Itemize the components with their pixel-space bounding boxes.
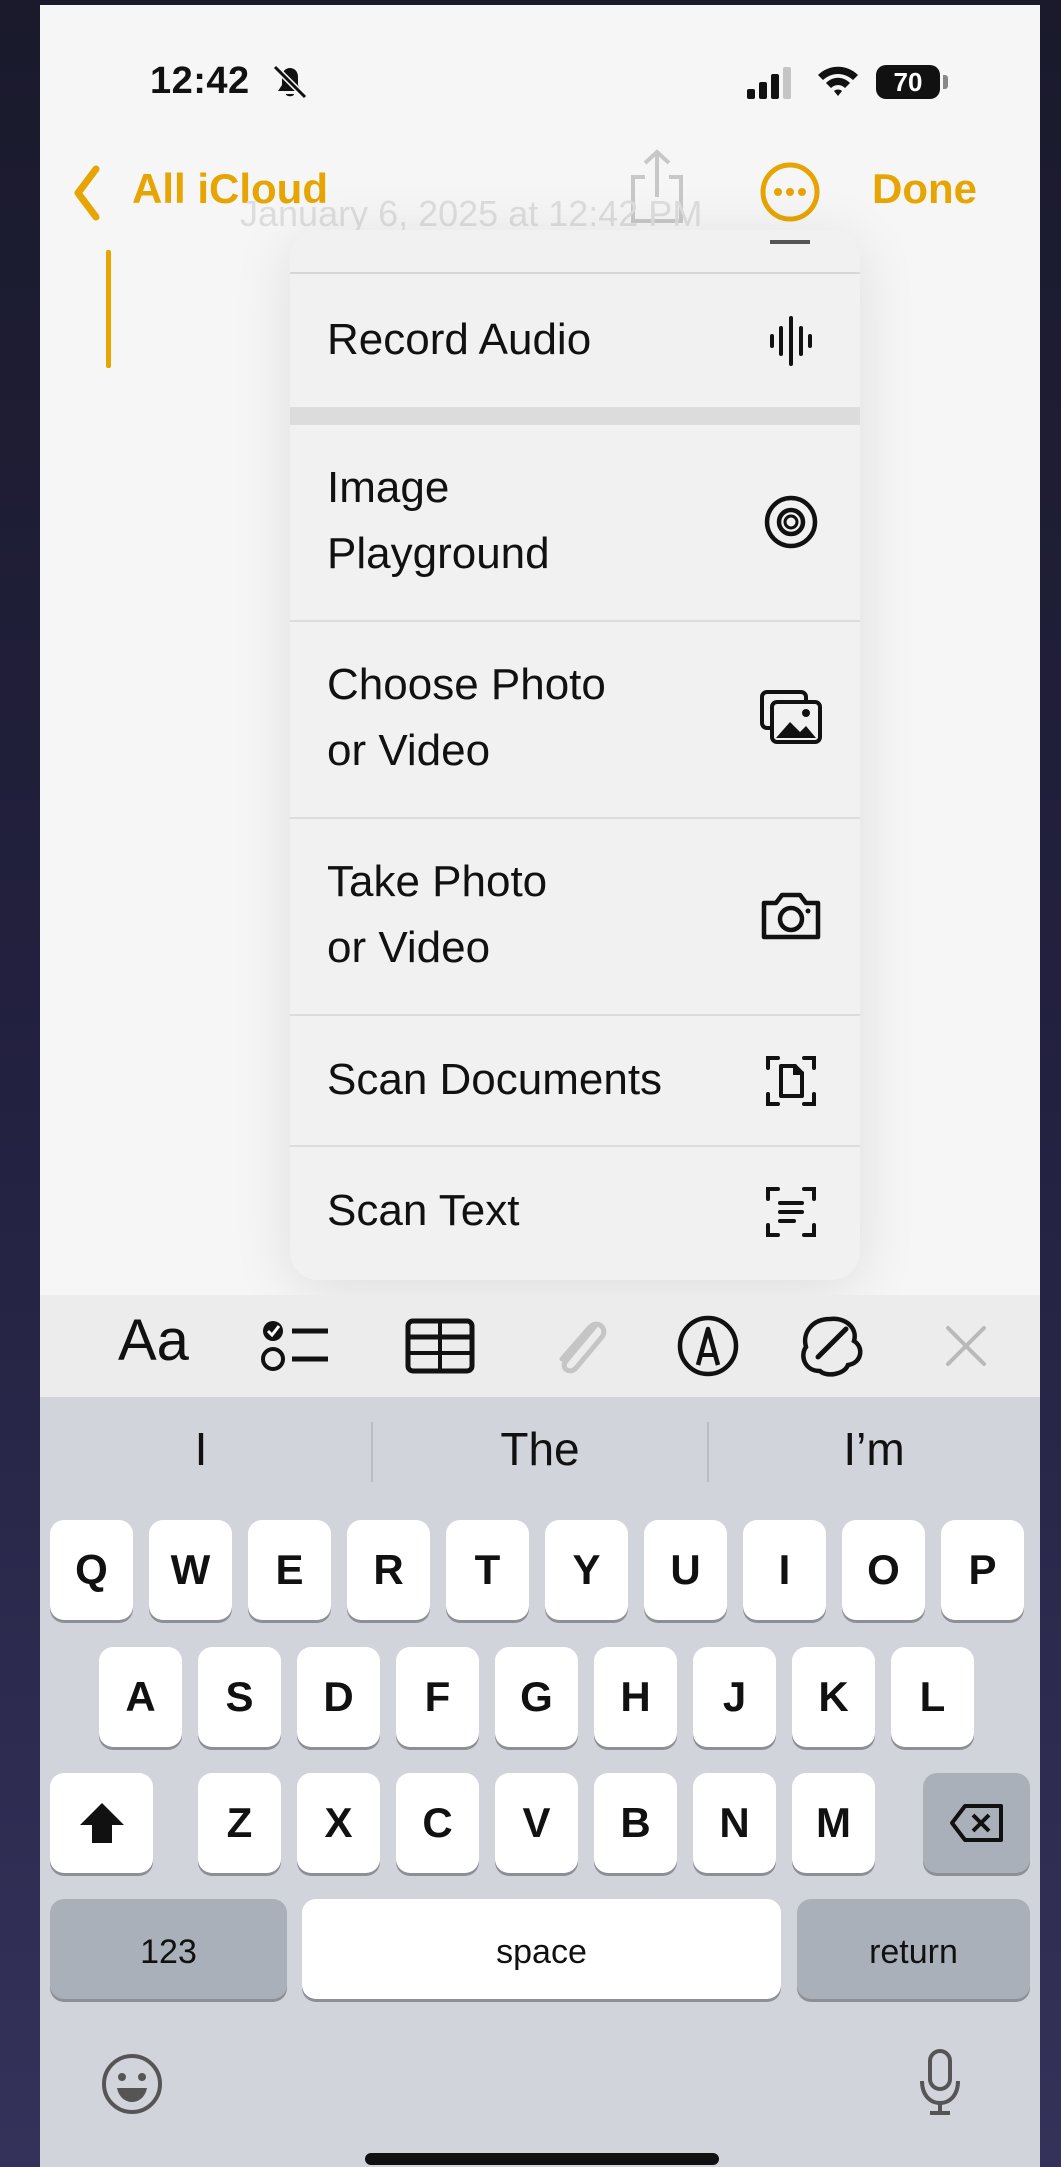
close-icon[interactable] [928,1313,1004,1379]
key-o[interactable]: O [842,1520,925,1620]
text-cursor [106,250,111,368]
camera-icon [761,892,821,940]
key-z[interactable]: Z [198,1773,281,1873]
key-x[interactable]: X [297,1773,380,1873]
return-key-label: return [869,1933,958,1971]
suggestion-1[interactable]: I [51,1422,351,1476]
format-text-button[interactable]: Aa [118,1307,189,1374]
attachment-menu: Record Audio Image Playground Choose Pho… [290,230,860,1280]
return-key[interactable]: return [797,1899,1030,1999]
menu-item-record-audio[interactable]: Record Audio [290,274,860,409]
status-time: 12:42 [150,60,250,102]
key-t[interactable]: T [446,1520,529,1620]
emoji-icon[interactable] [100,2052,164,2116]
menu-item-scan-documents[interactable]: Scan Documents [290,1014,860,1147]
numbers-key[interactable]: 123 [50,1899,287,1999]
key-a[interactable]: A [99,1647,182,1747]
key-c[interactable]: C [396,1773,479,1873]
menu-item-take-photo[interactable]: Take Photo or Video [290,817,860,1016]
key-h[interactable]: H [594,1647,677,1747]
done-button[interactable]: Done [872,165,977,213]
menu-section-separator [290,407,860,425]
writing-tools-icon[interactable] [792,1313,868,1379]
menu-item-label: Scan Text [327,1186,520,1235]
key-q[interactable]: Q [50,1520,133,1620]
back-chevron-icon[interactable] [72,163,102,223]
keyboard: I The I’m Q W E R T Y U I O P A S D F G … [40,1397,1040,2167]
space-key[interactable]: space [302,1899,781,1999]
numbers-key-label: 123 [140,1933,197,1971]
key-i[interactable]: I [743,1520,826,1620]
menu-top-partial-item [290,230,860,274]
more-options-icon[interactable] [758,160,822,224]
key-e[interactable]: E [248,1520,331,1620]
key-j[interactable]: J [693,1647,776,1747]
waveform-icon [770,316,812,366]
formatting-toolbar: Aa [40,1295,1040,1397]
key-k[interactable]: K [792,1647,875,1747]
shift-key[interactable] [50,1773,153,1873]
menu-item-label: Take Photo or Video [327,857,548,972]
suggestion-divider [707,1422,709,1482]
menu-item-label: Choose Photo or Video [327,660,606,775]
key-b[interactable]: B [594,1773,677,1873]
key-p[interactable]: P [941,1520,1024,1620]
menu-item-scan-text[interactable]: Scan Text [290,1145,860,1280]
suggestion-divider [371,1422,373,1482]
key-m[interactable]: M [792,1773,875,1873]
delete-backspace-icon [949,1804,1003,1842]
image-playground-icon [764,495,818,549]
note-date: January 6, 2025 at 12:42 PM [240,193,703,234]
suggestion-3[interactable]: I’m [724,1422,1024,1476]
menu-item-label: Scan Documents [327,1055,663,1104]
battery-indicator: 70 [876,65,940,99]
key-f[interactable]: F [396,1647,479,1747]
phone-screen: 12:42 70 All iCloud Done January 6, 2025… [40,5,1040,2167]
menu-item-image-playground[interactable]: Image Playground [290,425,860,622]
table-icon[interactable] [402,1313,478,1379]
key-r[interactable]: R [347,1520,430,1620]
silent-bell-icon [272,64,308,100]
key-d[interactable]: D [297,1647,380,1747]
key-n[interactable]: N [693,1773,776,1873]
key-l[interactable]: L [891,1647,974,1747]
scan-document-icon [766,1056,816,1106]
scan-text-icon [766,1187,816,1237]
key-g[interactable]: G [495,1647,578,1747]
menu-item-label: Record Audio [327,315,592,364]
menu-item-choose-photo[interactable]: Choose Photo or Video [290,620,860,819]
delete-key[interactable] [923,1773,1030,1873]
shift-arrow-icon [79,1803,124,1843]
key-w[interactable]: W [149,1520,232,1620]
photo-library-icon [760,690,822,744]
microphone-icon[interactable] [916,2047,964,2119]
cellular-signal-icon [747,67,791,99]
battery-tip [943,75,948,89]
checklist-icon[interactable] [258,1313,334,1379]
key-s[interactable]: S [198,1647,281,1747]
key-v[interactable]: V [495,1773,578,1873]
key-u[interactable]: U [644,1520,727,1620]
markup-icon[interactable] [670,1313,746,1379]
menu-item-label: Image Playground [327,463,550,578]
suggestion-2[interactable]: The [390,1422,690,1476]
attachment-icon[interactable] [542,1313,618,1379]
wifi-icon [818,66,858,96]
key-y[interactable]: Y [545,1520,628,1620]
space-key-label: space [496,1933,587,1971]
home-indicator [365,2153,719,2165]
